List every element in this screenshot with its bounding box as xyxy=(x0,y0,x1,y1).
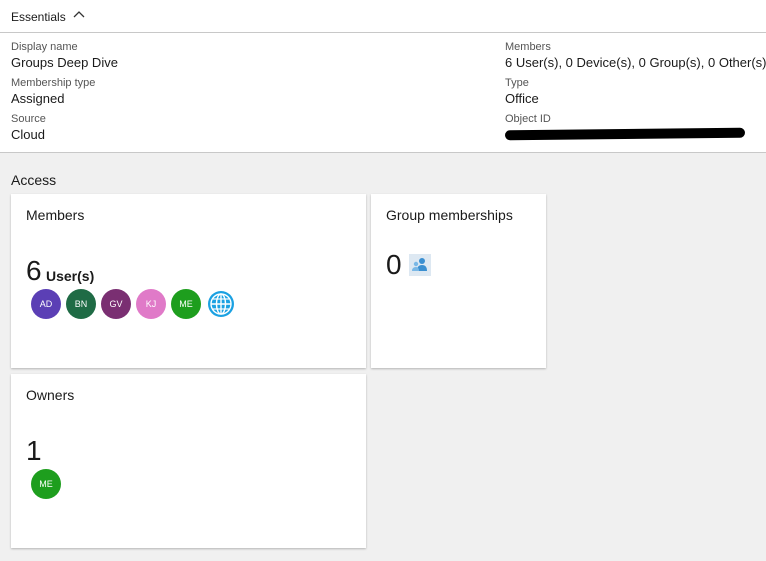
avatar[interactable]: ME xyxy=(31,469,61,499)
members-tile[interactable]: Members 6 User(s) AD BN GV KJ ME xyxy=(11,194,366,368)
avatar[interactable]: ME xyxy=(171,289,201,319)
object-id-redaction xyxy=(504,127,746,141)
essentials-panel: Display name Groups Deep Dive Membership… xyxy=(0,33,766,153)
type-label: Type xyxy=(505,77,529,89)
members-tile-title: Members xyxy=(26,207,85,223)
avatar[interactable]: KJ xyxy=(136,289,166,319)
essentials-title: Essentials xyxy=(11,10,66,24)
owners-count: 1 xyxy=(26,435,42,466)
group-memberships-count: 0 xyxy=(386,249,402,280)
group-memberships-tile[interactable]: Group memberships 0 xyxy=(371,194,546,368)
source-value: Cloud xyxy=(11,127,45,142)
chevron-up-icon[interactable] xyxy=(72,8,86,22)
avatar[interactable]: BN xyxy=(66,289,96,319)
globe-icon xyxy=(208,291,234,317)
group-icon xyxy=(409,254,431,276)
members-label: Members xyxy=(505,41,551,53)
avatar[interactable]: GV xyxy=(101,289,131,319)
owners-tile-title: Owners xyxy=(26,387,75,403)
group-memberships-tile-title: Group memberships xyxy=(386,207,513,223)
membership-type-value: Assigned xyxy=(11,91,65,106)
owners-tile[interactable]: Owners 1 ME xyxy=(11,374,366,548)
source-label: Source xyxy=(11,113,46,125)
avatar[interactable]: AD xyxy=(31,289,61,319)
members-count-suffix: User(s) xyxy=(46,268,95,284)
display-name-value: Groups Deep Dive xyxy=(11,55,118,70)
essentials-toggle[interactable]: Essentials xyxy=(0,0,766,33)
members-count: 6 xyxy=(26,255,42,286)
object-id-label: Object ID xyxy=(505,113,551,125)
display-name-label: Display name xyxy=(11,41,78,53)
type-value: Office xyxy=(505,91,539,106)
access-heading: Access xyxy=(11,172,57,188)
members-value[interactable]: 6 User(s), 0 Device(s), 0 Group(s), 0 Ot… xyxy=(505,55,766,70)
membership-type-label: Membership type xyxy=(11,77,96,89)
